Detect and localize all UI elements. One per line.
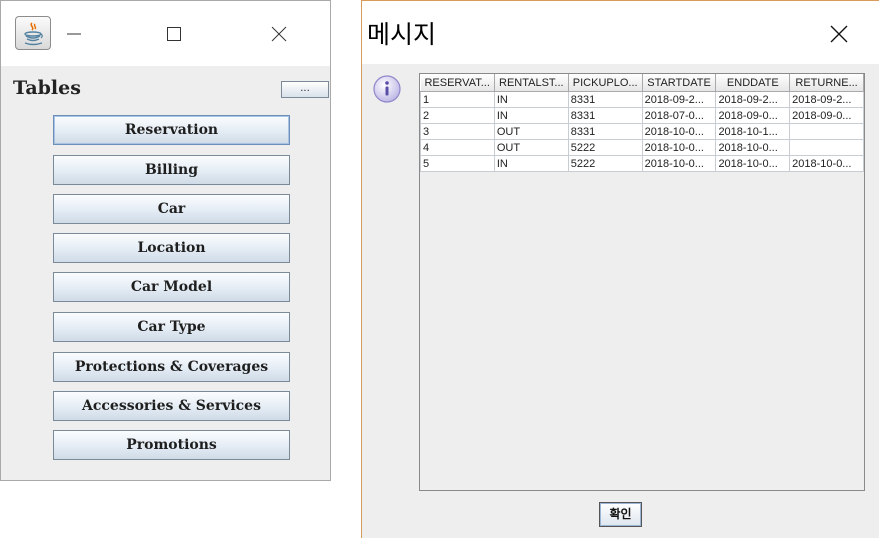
billing-button[interactable]: Billing [53, 155, 290, 185]
table-row[interactable]: 5 IN 5222 2018-10-0... 2018-10-0... 2018… [420, 155, 864, 172]
table-cell[interactable]: 8331 [567, 123, 643, 140]
car-button[interactable]: Car [53, 194, 290, 224]
dialog-title-bar[interactable]: 메시지 [362, 1, 879, 64]
dialog-title: 메시지 [367, 20, 437, 49]
column-header[interactable]: RENTALST... [494, 74, 569, 92]
table-cell[interactable]: IN [493, 155, 569, 172]
table-cell[interactable] [789, 139, 864, 156]
table-cell[interactable]: 2018-09-2... [789, 91, 864, 108]
table-cell[interactable]: 2018-10-1... [715, 123, 791, 140]
table-row[interactable]: 1 IN 8331 2018-09-2... 2018-09-2... 2018… [420, 91, 864, 108]
table-cell[interactable]: IN [493, 107, 569, 124]
table-cell[interactable]: OUT [493, 139, 569, 156]
table-cell[interactable] [789, 123, 864, 140]
table-cell[interactable]: 1 [420, 91, 495, 108]
column-header[interactable]: PICKUPLO... [568, 74, 643, 92]
column-header[interactable]: RETURNE... [789, 74, 864, 92]
table-cell[interactable]: 8331 [567, 107, 643, 124]
table-cell[interactable]: 2018-09-0... [789, 107, 864, 124]
message-dialog: 메시지 RESERVAT... RENTALST... PICKUPLO... … [361, 0, 879, 538]
table-header-row: RESERVAT... RENTALST... PICKUPLO... STAR… [420, 74, 864, 92]
table-cell[interactable]: 2018-10-0... [715, 139, 791, 156]
close-icon[interactable] [264, 19, 294, 49]
table-cell[interactable]: 2018-10-0... [641, 123, 717, 140]
table-cell[interactable]: 2018-10-0... [641, 155, 717, 172]
table-row[interactable]: 2 IN 8331 2018-07-0... 2018-09-0... 2018… [420, 107, 864, 124]
info-icon [372, 74, 402, 108]
table-cell[interactable]: 5222 [567, 139, 643, 156]
reservation-table[interactable]: RESERVAT... RENTALST... PICKUPLO... STAR… [420, 74, 864, 172]
tables-window: Tables ... Reservation Billing Car Locat… [0, 0, 331, 481]
reservation-table-panel[interactable]: RESERVAT... RENTALST... PICKUPLO... STAR… [419, 73, 865, 491]
java-coffee-icon[interactable] [15, 16, 51, 50]
table-cell[interactable]: IN [493, 91, 569, 108]
table-cell[interactable]: 4 [420, 139, 495, 156]
column-header[interactable]: ENDDATE [715, 74, 791, 92]
table-row[interactable]: 3 OUT 8331 2018-10-0... 2018-10-1... [420, 123, 864, 140]
table-cell[interactable]: 2018-10-0... [715, 155, 791, 172]
reservation-button[interactable]: Reservation [53, 115, 290, 145]
table-cell[interactable]: OUT [493, 123, 569, 140]
table-cell[interactable]: 5222 [567, 155, 643, 172]
car-model-button[interactable]: Car Model [53, 272, 290, 302]
column-header[interactable]: STARTDATE [642, 74, 717, 92]
table-cell[interactable]: 2018-09-2... [641, 91, 717, 108]
protections-coverages-button[interactable]: Protections & Coverages [53, 352, 290, 382]
table-cell[interactable]: 5 [420, 155, 495, 172]
minimize-icon[interactable] [59, 19, 89, 49]
table-cell[interactable]: 2 [420, 107, 495, 124]
column-header[interactable]: RESERVAT... [420, 74, 495, 92]
table-cell[interactable]: 2018-09-0... [715, 107, 791, 124]
maximize-icon[interactable] [159, 19, 189, 49]
tables-heading: Tables [13, 77, 81, 99]
location-button[interactable]: Location [53, 233, 290, 263]
more-button[interactable]: ... [281, 81, 329, 98]
table-cell[interactable]: 2018-10-0... [789, 155, 864, 172]
table-cell[interactable]: 2018-10-0... [641, 139, 717, 156]
promotions-button[interactable]: Promotions [53, 430, 290, 460]
table-cell[interactable]: 2018-07-0... [641, 107, 717, 124]
table-cell[interactable]: 3 [420, 123, 495, 140]
table-cell[interactable]: 8331 [567, 91, 643, 108]
ok-button[interactable]: 확인 [599, 502, 642, 527]
title-bar[interactable] [1, 1, 330, 66]
car-type-button[interactable]: Car Type [53, 312, 290, 342]
table-cell[interactable]: 2018-09-2... [715, 91, 791, 108]
close-icon[interactable] [826, 21, 852, 47]
table-row[interactable]: 4 OUT 5222 2018-10-0... 2018-10-0... [420, 139, 864, 156]
accessories-services-button[interactable]: Accessories & Services [53, 391, 290, 421]
